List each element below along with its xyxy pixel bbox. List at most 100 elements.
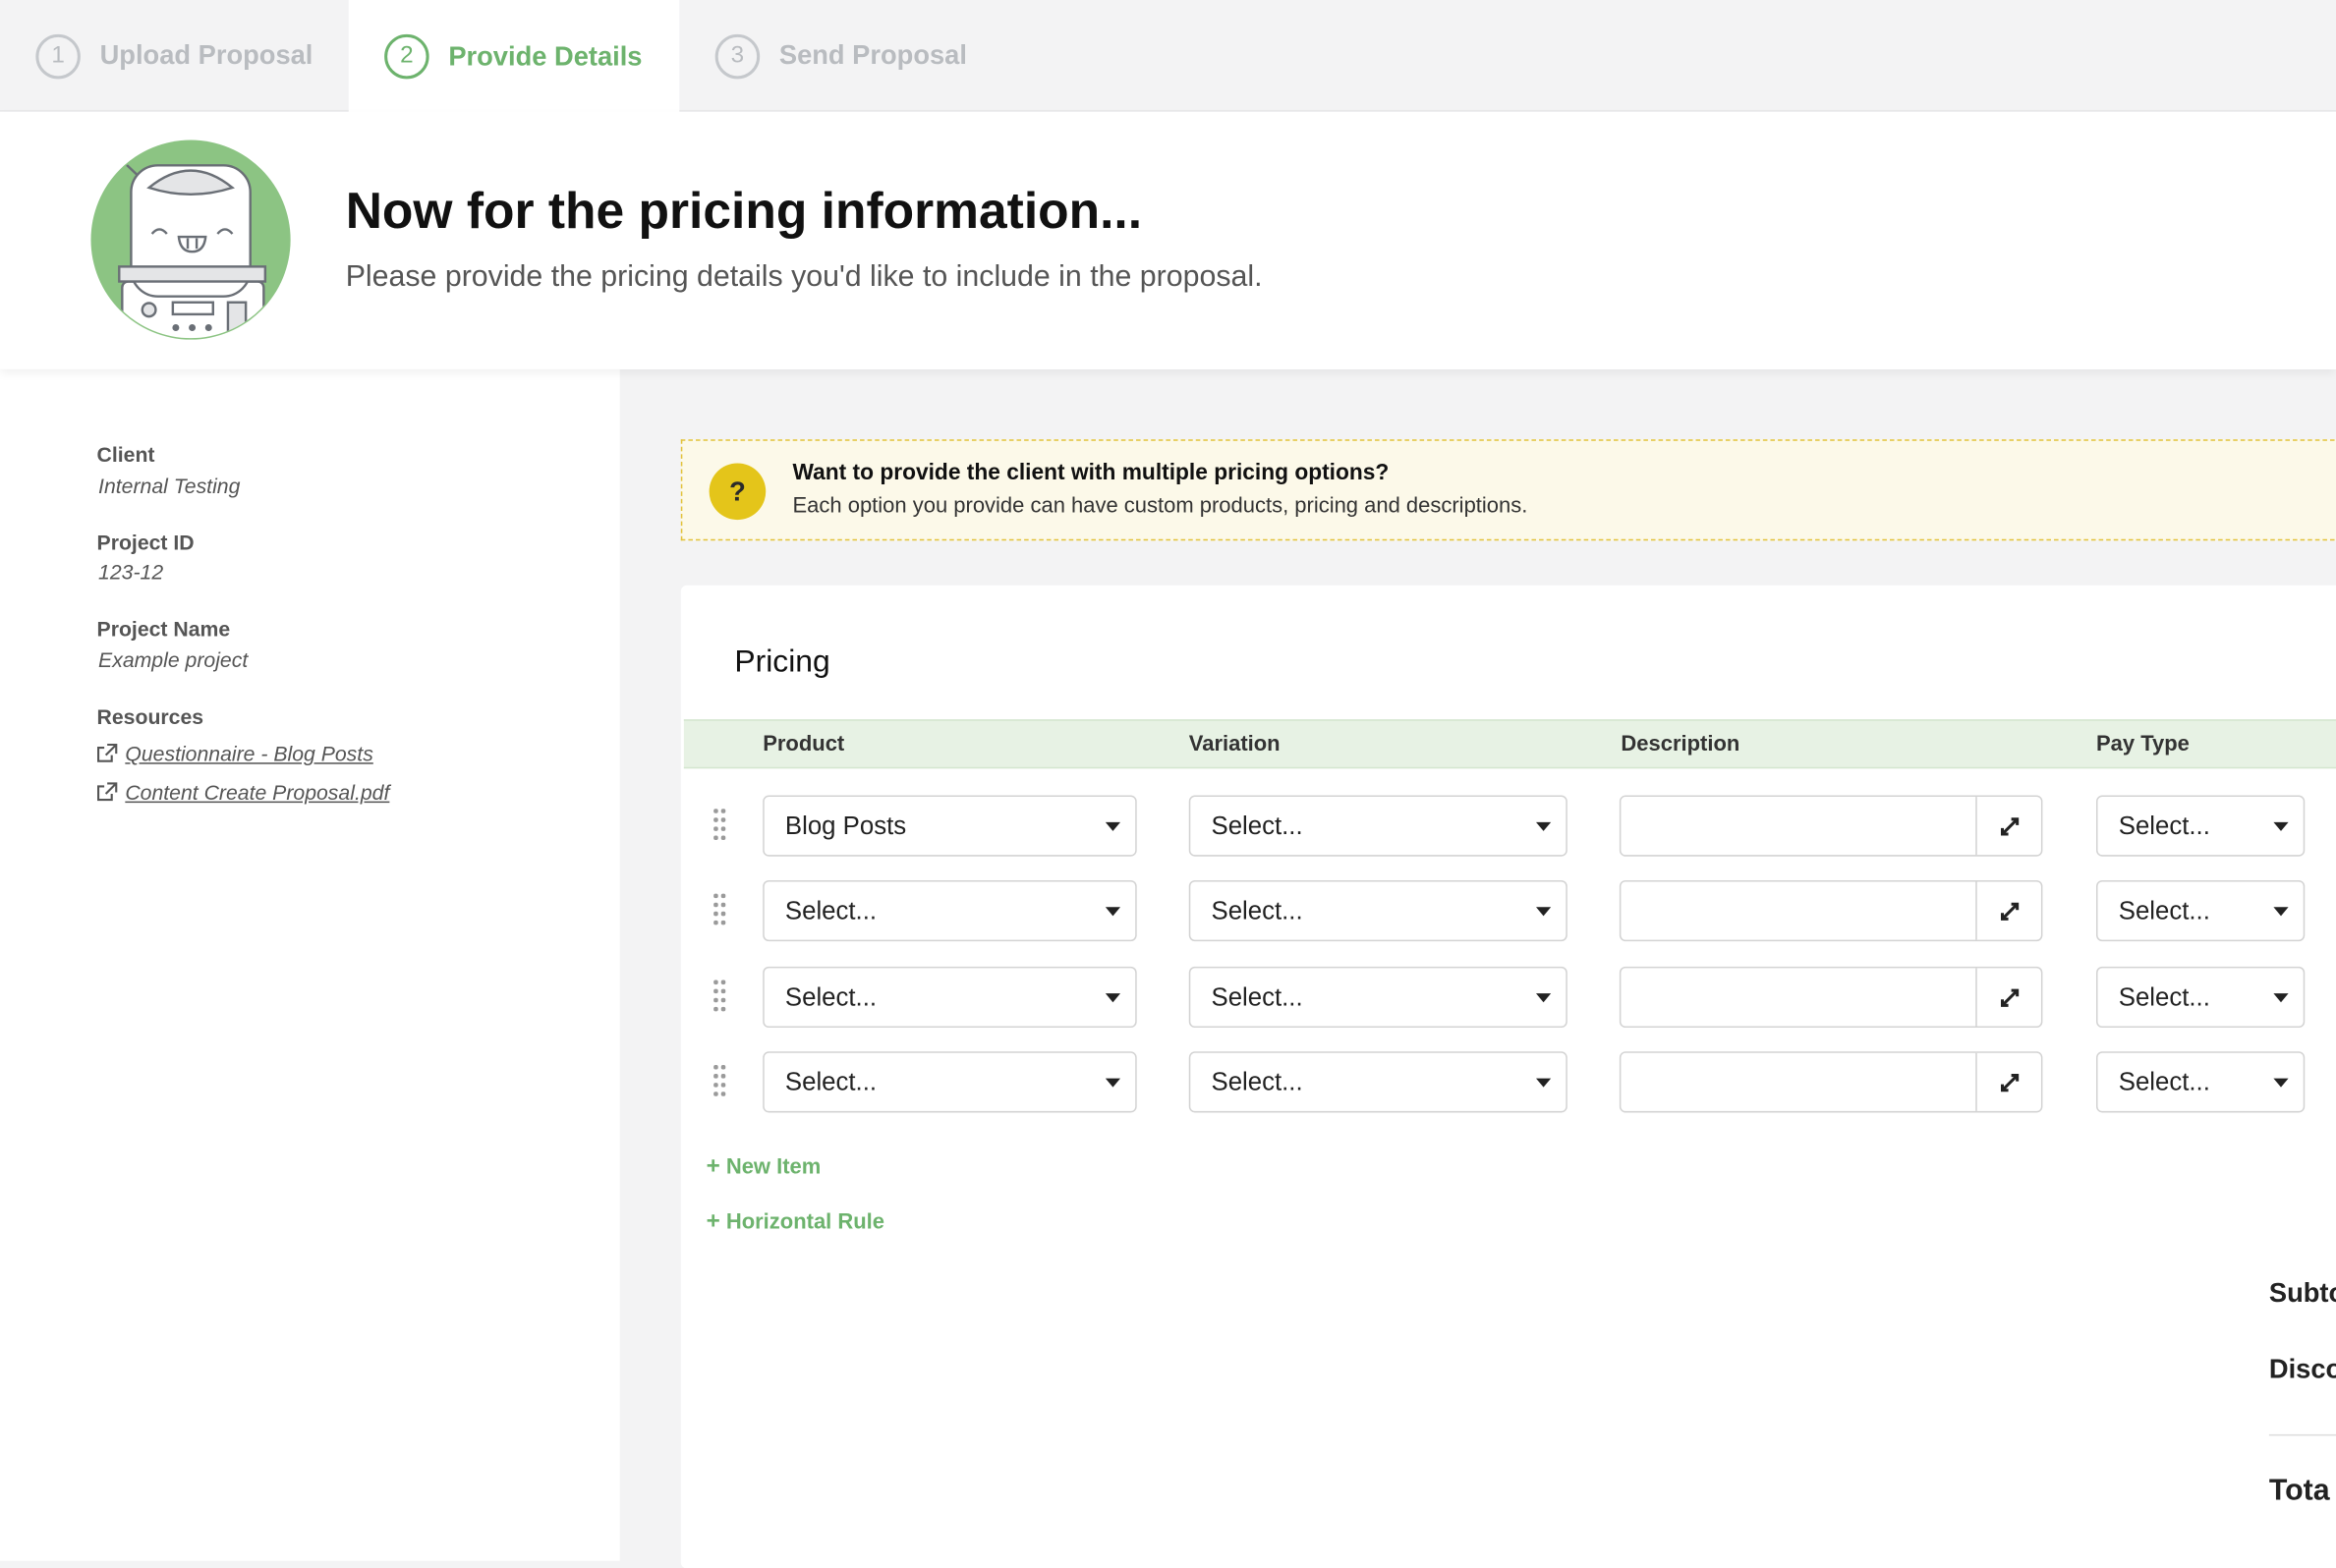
caret-down-icon (1105, 907, 1121, 917)
variation-select[interactable]: Select... (1188, 879, 1567, 942)
banner-text: Each option you provide can have custom … (792, 494, 1528, 519)
caret-down-icon (1535, 1078, 1552, 1088)
new-item-button[interactable]: + New Item (707, 1154, 822, 1181)
variation-value: Select... (1211, 895, 1303, 924)
product-value: Blog Posts (784, 811, 907, 840)
horizontal-rule-button[interactable]: + Horizontal Rule (707, 1209, 884, 1236)
caret-down-icon (1535, 821, 1552, 831)
subtotal-label: Subto (2268, 1277, 2336, 1309)
variation-value: Select... (1211, 1067, 1303, 1096)
caret-down-icon (1105, 993, 1121, 1003)
pay-type-select[interactable]: Select... (2096, 966, 2306, 1029)
plus-icon: + (706, 1153, 720, 1180)
plus-icon: + (706, 1208, 720, 1235)
variation-value: Select... (1211, 811, 1303, 840)
stepper: 1 Upload Proposal 2 Provide Details 3 Se… (0, 0, 2336, 114)
step-label: Send Proposal (778, 39, 967, 71)
drag-handle-icon[interactable] (713, 809, 725, 841)
pricing-row: Select... Select... Select... (681, 879, 2336, 943)
page-subtitle: Please provide the pricing details you'd… (345, 260, 1263, 294)
step-number: 3 (714, 33, 761, 79)
pay-type-value: Select... (2118, 1067, 2210, 1096)
column-header-product: Product (763, 732, 845, 757)
caret-down-icon (1535, 993, 1552, 1003)
pricing-row: Select... Select... Select... (681, 966, 2336, 1030)
variation-value: Select... (1211, 981, 1303, 1011)
new-item-label: New Item (725, 1155, 822, 1180)
step-provide-details[interactable]: 2 Provide Details (348, 0, 680, 114)
pricing-title: Pricing (734, 644, 830, 680)
step-label: Upload Proposal (99, 39, 313, 71)
drag-handle-icon[interactable] (713, 980, 725, 1013)
column-header-variation: Variation (1188, 732, 1281, 757)
banner-title: Want to provide the client with multiple… (792, 460, 1390, 486)
product-value: Select... (784, 1067, 878, 1096)
caret-down-icon (2273, 993, 2289, 1003)
drag-handle-icon[interactable] (713, 1064, 725, 1097)
column-header-description: Description (1621, 732, 1740, 757)
totals-divider (2268, 1433, 2336, 1436)
page-title: Now for the pricing information... (345, 183, 1143, 241)
description-input[interactable] (1619, 1051, 2043, 1113)
description-input[interactable] (1619, 795, 2043, 857)
caret-down-icon (1535, 907, 1552, 917)
pay-type-value: Select... (2118, 811, 2210, 840)
variation-select[interactable]: Select... (1188, 966, 1567, 1029)
caret-down-icon (1105, 821, 1121, 831)
description-input[interactable] (1619, 879, 2043, 942)
pay-type-select[interactable]: Select... (2096, 795, 2306, 857)
project-id-label: Project ID (96, 530, 195, 554)
expand-icon[interactable] (1975, 797, 2041, 856)
product-select[interactable]: Select... (763, 879, 1137, 942)
variation-select[interactable]: Select... (1188, 1051, 1567, 1113)
external-link-icon (96, 782, 118, 802)
client-value: Internal Testing (98, 474, 241, 498)
question-icon: ? (709, 463, 767, 521)
project-id-value: 123-12 (98, 560, 164, 585)
caret-down-icon (1105, 1078, 1121, 1088)
drag-handle-icon[interactable] (713, 893, 725, 926)
discount-label: Disco (2268, 1354, 2336, 1384)
multiple-options-banner[interactable]: ? Want to provide the client with multip… (680, 439, 2336, 541)
pricing-row: Select... Select... Select... (681, 1051, 2336, 1114)
client-label: Client (96, 442, 155, 467)
expand-icon[interactable] (1975, 1052, 2041, 1111)
resource-link[interactable]: Questionnaire - Blog Posts (95, 742, 373, 765)
robot-avatar-icon (89, 139, 292, 341)
expand-icon[interactable] (1975, 881, 2041, 940)
column-header-pay-type: Pay Type (2096, 732, 2190, 757)
hero-header: Now for the pricing information... Pleas… (0, 111, 2336, 369)
resources-label: Resources (96, 704, 204, 729)
product-select[interactable]: Blog Posts (763, 795, 1137, 857)
product-select[interactable]: Select... (763, 1051, 1137, 1113)
pay-type-value: Select... (2118, 895, 2210, 924)
pay-type-select[interactable]: Select... (2096, 879, 2306, 942)
caret-down-icon (2273, 1078, 2289, 1088)
step-number: 2 (384, 33, 429, 80)
pay-type-select[interactable]: Select... (2096, 1051, 2306, 1113)
step-upload-proposal[interactable]: 1 Upload Proposal (35, 0, 313, 112)
pricing-row: Blog Posts Select... Select... (681, 795, 2336, 859)
total-label: Tota (2268, 1474, 2330, 1508)
pay-type-value: Select... (2118, 981, 2210, 1011)
horizontal-rule-label: Horizontal Rule (725, 1210, 885, 1235)
details-sidebar: Client Internal Testing Project ID 123-1… (0, 368, 620, 1561)
product-value: Select... (784, 981, 878, 1011)
step-send-proposal[interactable]: 3 Send Proposal (714, 0, 967, 112)
external-link-icon (96, 743, 118, 762)
caret-down-icon (2273, 907, 2289, 917)
resource-link-label: Questionnaire - Blog Posts (125, 741, 373, 766)
project-name-label: Project Name (96, 616, 231, 641)
variation-select[interactable]: Select... (1188, 795, 1567, 857)
expand-icon[interactable] (1975, 968, 2041, 1027)
product-select[interactable]: Select... (763, 966, 1137, 1029)
caret-down-icon (2273, 821, 2289, 831)
resource-link-label: Content Create Proposal.pdf (125, 780, 390, 805)
pricing-card: Pricing Product Variation Description Pa… (680, 585, 2336, 1568)
pricing-table-header: Product Variation Description Pay Type (683, 719, 2336, 769)
resource-link[interactable]: Content Create Proposal.pdf (95, 780, 390, 805)
project-name-value: Example project (98, 647, 249, 672)
step-label: Provide Details (448, 40, 643, 72)
description-input[interactable] (1619, 966, 2043, 1029)
product-value: Select... (784, 895, 878, 924)
